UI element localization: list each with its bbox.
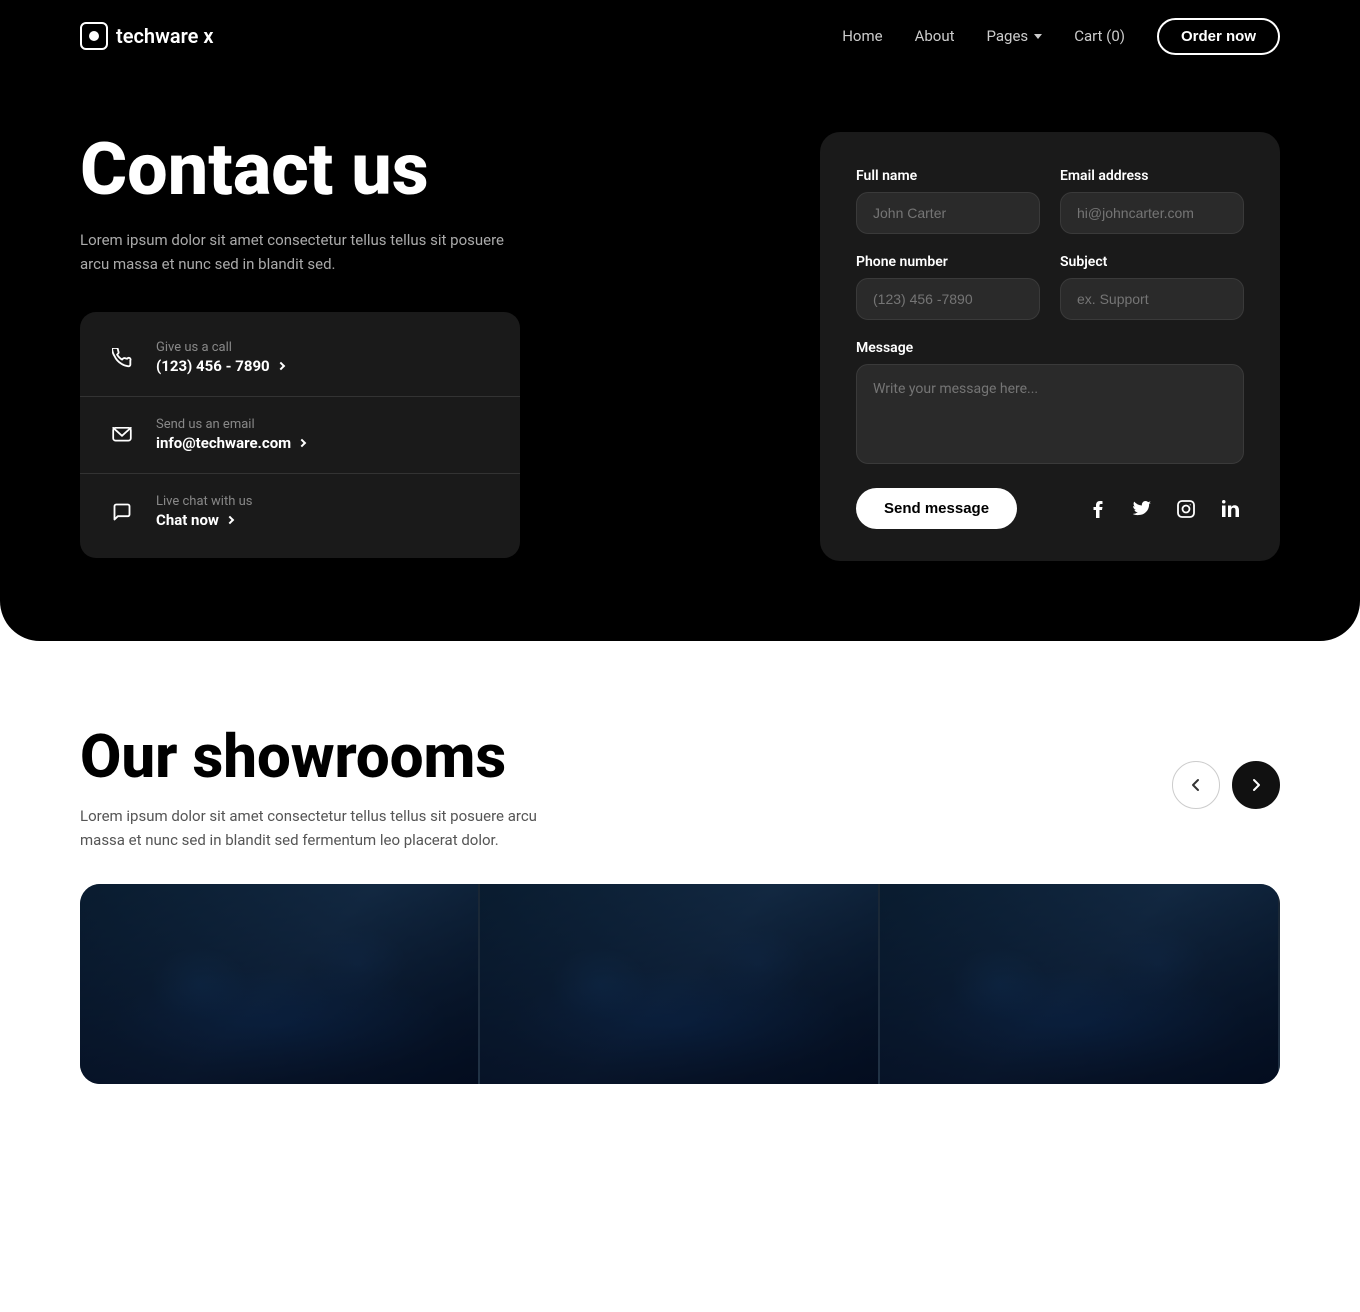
nav-about[interactable]: About [915, 27, 955, 45]
email-label: Email address [1060, 168, 1244, 184]
contact-chat-value: Chat now [156, 511, 496, 529]
showroom-panel-2 [480, 884, 880, 1084]
message-textarea[interactable] [856, 364, 1244, 464]
form-row-phone-subject: Phone number Subject [856, 254, 1244, 320]
nav-cart[interactable]: Cart (0) [1074, 27, 1125, 45]
carousel-prev-button[interactable] [1172, 761, 1220, 809]
contact-card-email[interactable]: Send us an email info@techware.com [80, 397, 520, 474]
instagram-icon[interactable] [1172, 495, 1200, 523]
navbar: techware x Home About Pages Cart (0) Ord… [0, 0, 1360, 72]
full-name-label: Full name [856, 168, 1040, 184]
contact-card-chat-text: Live chat with us Chat now [156, 494, 496, 529]
showroom-panel-1 [80, 884, 480, 1084]
showrooms-subtitle: Lorem ipsum dolor sit amet consectetur t… [80, 804, 540, 852]
contact-phone-value: (123) 456 - 7890 [156, 357, 496, 375]
facebook-icon[interactable] [1084, 495, 1112, 523]
contact-card-phone[interactable]: Give us a call (123) 456 - 7890 [80, 320, 520, 397]
showrooms-header: Our showrooms Lorem ipsum dolor sit amet… [80, 721, 1280, 852]
showrooms-title: Our showrooms [80, 721, 540, 792]
contact-phone-label: Give us a call [156, 340, 496, 355]
showroom-panel-3 [880, 884, 1280, 1084]
chevron-right-icon [276, 362, 284, 370]
chevron-right-icon-2 [298, 439, 306, 447]
form-group-message: Message [856, 340, 1244, 464]
nav-pages[interactable]: Pages [987, 27, 1043, 45]
message-label: Message [856, 340, 1244, 356]
email-icon [104, 417, 140, 453]
phone-icon [104, 340, 140, 376]
chevron-down-icon [1034, 34, 1042, 39]
hero-left: Contact us Lorem ipsum dolor sit amet co… [80, 132, 520, 558]
subject-input[interactable] [1060, 278, 1244, 320]
logo-icon [80, 22, 108, 50]
contact-card-email-text: Send us an email info@techware.com [156, 417, 496, 452]
full-name-input[interactable] [856, 192, 1040, 234]
contact-email-label: Send us an email [156, 417, 496, 432]
hero-subtitle: Lorem ipsum dolor sit amet consectetur t… [80, 228, 520, 276]
linkedin-icon[interactable] [1216, 495, 1244, 523]
showrooms-text: Our showrooms Lorem ipsum dolor sit amet… [80, 721, 540, 852]
showrooms-section: Our showrooms Lorem ipsum dolor sit amet… [0, 641, 1360, 1124]
form-row-name-email: Full name Email address [856, 168, 1244, 234]
email-input[interactable] [1060, 192, 1244, 234]
showroom-image-strip [80, 884, 1280, 1084]
building-lights-2 [480, 884, 878, 1084]
building-lights-1 [80, 884, 478, 1084]
contact-form-card: Full name Email address Phone number Sub… [820, 132, 1280, 561]
form-group-phone: Phone number [856, 254, 1040, 320]
contact-chat-label: Live chat with us [156, 494, 496, 509]
contact-cards: Give us a call (123) 456 - 7890 Send us … [80, 312, 520, 558]
chevron-right-icon-3 [226, 516, 234, 524]
order-now-button[interactable]: Order now [1157, 18, 1280, 55]
carousel-controls [1172, 761, 1280, 809]
form-bottom: Send message [856, 488, 1244, 529]
contact-card-chat[interactable]: Live chat with us Chat now [80, 474, 520, 550]
chat-icon [104, 494, 140, 530]
hero-section: Contact us Lorem ipsum dolor sit amet co… [0, 72, 1360, 641]
building-lights-3 [880, 884, 1278, 1084]
phone-input[interactable] [856, 278, 1040, 320]
subject-label: Subject [1060, 254, 1244, 270]
form-group-email: Email address [1060, 168, 1244, 234]
social-icons [1084, 495, 1244, 523]
contact-card-phone-text: Give us a call (123) 456 - 7890 [156, 340, 496, 375]
brand-name: techware x [116, 24, 213, 48]
send-message-button[interactable]: Send message [856, 488, 1017, 529]
contact-email-value: info@techware.com [156, 434, 496, 452]
form-group-name: Full name [856, 168, 1040, 234]
page-title: Contact us [80, 132, 520, 208]
nav-links: Home About Pages Cart (0) Order now [842, 18, 1280, 55]
form-group-subject: Subject [1060, 254, 1244, 320]
carousel-next-button[interactable] [1232, 761, 1280, 809]
twitter-icon[interactable] [1128, 495, 1156, 523]
phone-label: Phone number [856, 254, 1040, 270]
nav-home[interactable]: Home [842, 27, 882, 45]
logo-icon-inner [89, 31, 99, 41]
logo[interactable]: techware x [80, 22, 213, 50]
